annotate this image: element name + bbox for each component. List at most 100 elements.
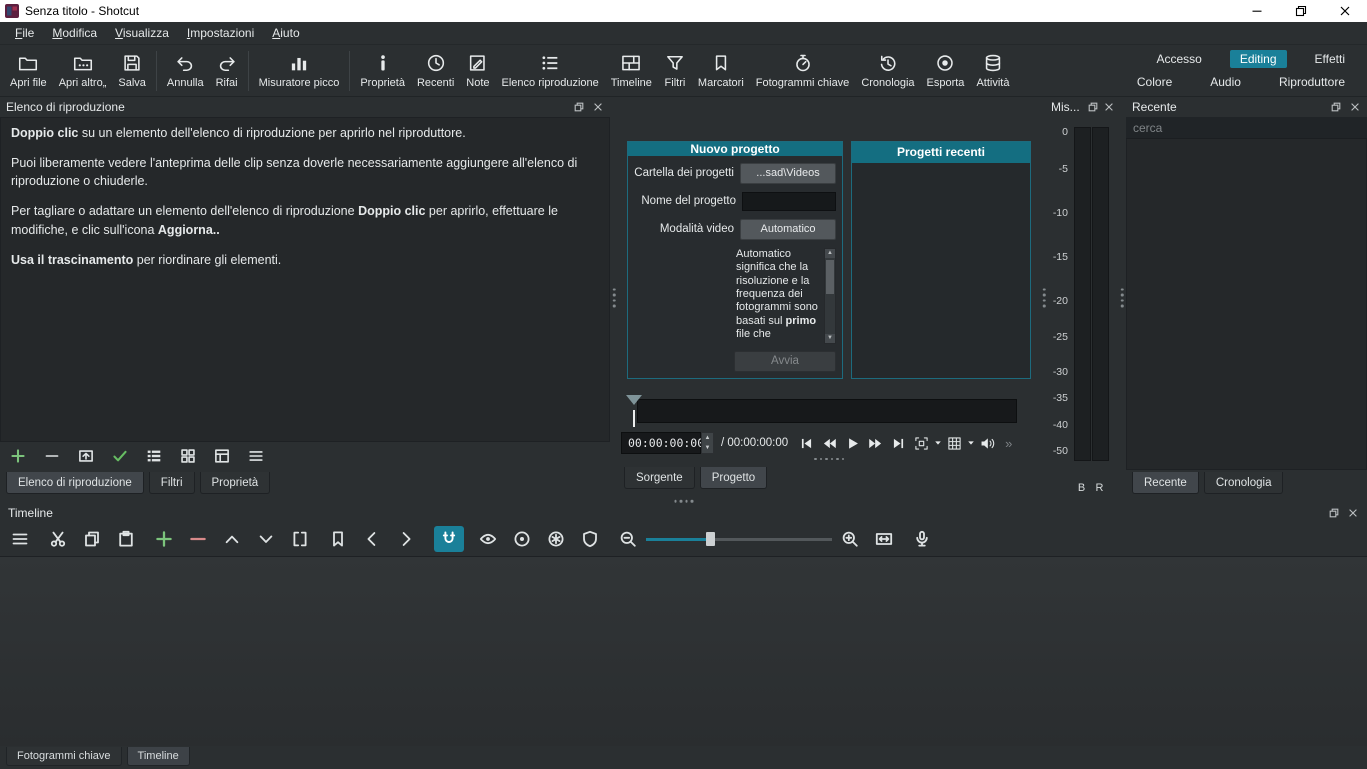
tab-cronologia[interactable]: Cronologia xyxy=(1203,472,1284,494)
playlist-apply-button[interactable] xyxy=(110,446,130,466)
recent-files-list[interactable] xyxy=(1126,139,1367,470)
float-panel-icon[interactable] xyxy=(572,101,585,114)
timecode-field[interactable]: 00:00:00:00 xyxy=(621,432,704,455)
layout-effetti[interactable]: Effetti xyxy=(1305,50,1355,68)
grid-button[interactable] xyxy=(943,432,966,454)
skip-to-start-button[interactable] xyxy=(795,432,818,454)
player-scrubber[interactable] xyxy=(622,394,1035,431)
timeline-tracks-area[interactable] xyxy=(0,556,1367,746)
save-button[interactable]: Salva xyxy=(112,45,152,97)
tab-elenco-riproduzione[interactable]: Elenco di riproduzione xyxy=(6,472,144,494)
scrub-while-dragging-button[interactable] xyxy=(476,526,500,552)
menu-visualizza[interactable]: Visualizza xyxy=(106,23,178,43)
skip-to-end-button[interactable] xyxy=(887,432,910,454)
playlist-add-button[interactable] xyxy=(8,446,28,466)
float-panel-icon[interactable] xyxy=(1327,507,1340,520)
tab-filtri[interactable]: Filtri xyxy=(148,472,195,494)
next-marker-button[interactable] xyxy=(394,526,418,552)
stepper-down-icon[interactable]: ▼ xyxy=(702,443,713,454)
toolbar-overflow-icon[interactable]: » xyxy=(1005,436,1012,451)
zoom-out-button[interactable] xyxy=(616,526,640,552)
timeline-menu-button[interactable] xyxy=(8,526,32,552)
minimize-button[interactable] xyxy=(1235,0,1279,22)
record-audio-button[interactable] xyxy=(910,526,934,552)
snap-toggle-button[interactable] xyxy=(434,526,464,552)
layout-accesso[interactable]: Accesso xyxy=(1146,50,1211,68)
menu-file[interactable]: File xyxy=(6,23,43,43)
projects-folder-button[interactable]: ...sad\Videos xyxy=(740,162,836,184)
fast-forward-button[interactable] xyxy=(864,432,887,454)
recent-projects-list[interactable] xyxy=(852,162,1030,378)
video-mode-button[interactable]: Automatico xyxy=(740,218,836,240)
playlist-menu-button[interactable] xyxy=(246,446,266,466)
play-button[interactable] xyxy=(841,432,864,454)
tab-fotogrammi-chiave[interactable]: Fotogrammi chiave xyxy=(6,747,122,766)
undo-button[interactable]: Annulla xyxy=(161,45,210,97)
zoom-fit-button[interactable] xyxy=(872,526,896,552)
float-panel-icon[interactable] xyxy=(1086,101,1099,114)
menu-impostazioni[interactable]: Impostazioni xyxy=(178,23,263,43)
close-button[interactable] xyxy=(1323,0,1367,22)
layout-riproduttore[interactable]: Riproduttore xyxy=(1269,73,1355,91)
split-button[interactable] xyxy=(288,526,312,552)
peak-meter-button[interactable]: Misuratore picco xyxy=(253,45,346,97)
tab-proprieta[interactable]: Proprietà xyxy=(199,472,271,494)
zoom-in-button[interactable] xyxy=(838,526,862,552)
scroll-thumb[interactable] xyxy=(826,259,834,294)
redo-button[interactable]: Rifai xyxy=(210,45,244,97)
ripple-delete-button[interactable] xyxy=(186,526,210,552)
ripple-all-tracks-button[interactable] xyxy=(544,526,568,552)
open-file-button[interactable]: Apri file xyxy=(4,45,53,97)
overwrite-button[interactable] xyxy=(254,526,278,552)
tab-timeline[interactable]: Timeline xyxy=(126,747,190,766)
search-input[interactable] xyxy=(1126,117,1367,139)
horizontal-splitter[interactable] xyxy=(0,498,1367,504)
lift-button[interactable] xyxy=(220,526,244,552)
playlist-button[interactable]: Elenco riproduzione xyxy=(496,45,605,97)
help-scrollbar[interactable]: ▲ ▼ xyxy=(824,247,836,344)
ripple-button[interactable] xyxy=(510,526,534,552)
zoom-slider[interactable] xyxy=(646,526,832,552)
rewind-button[interactable] xyxy=(818,432,841,454)
tab-sorgente[interactable]: Sorgente xyxy=(624,467,695,490)
previous-marker-button[interactable] xyxy=(360,526,384,552)
view-tiles-button[interactable] xyxy=(212,446,232,466)
zoom-dropdown-icon[interactable] xyxy=(933,432,943,454)
scroll-down-icon[interactable]: ▼ xyxy=(825,333,835,343)
append-button[interactable] xyxy=(152,526,176,552)
vertical-splitter[interactable] xyxy=(610,97,618,498)
timeline-button[interactable]: Timeline xyxy=(605,45,658,97)
copy-button[interactable] xyxy=(80,526,104,552)
layout-audio[interactable]: Audio xyxy=(1200,73,1251,91)
close-panel-icon[interactable] xyxy=(1102,101,1115,114)
cut-button[interactable] xyxy=(46,526,70,552)
playhead-icon[interactable] xyxy=(626,394,642,405)
paste-button[interactable] xyxy=(114,526,138,552)
filters-button[interactable]: Filtri xyxy=(658,45,692,97)
keyframes-button[interactable]: Fotogrammi chiave xyxy=(750,45,856,97)
properties-button[interactable]: Proprietà xyxy=(354,45,411,97)
layout-editing[interactable]: Editing xyxy=(1229,50,1287,68)
zoom-slider-thumb[interactable] xyxy=(706,532,715,546)
stepper-up-icon[interactable]: ▲ xyxy=(702,433,713,444)
close-panel-icon[interactable] xyxy=(1346,507,1359,520)
playlist-update-button[interactable] xyxy=(76,446,96,466)
zoom-fit-player-button[interactable] xyxy=(910,432,933,454)
create-marker-button[interactable] xyxy=(326,526,350,552)
grid-dropdown-icon[interactable] xyxy=(966,432,976,454)
view-details-button[interactable] xyxy=(144,446,164,466)
project-name-input[interactable] xyxy=(742,191,836,211)
history-button[interactable]: Cronologia xyxy=(855,45,920,97)
open-other-button[interactable]: Apri altro„ xyxy=(53,45,113,97)
close-panel-icon[interactable] xyxy=(1348,101,1361,114)
player-ruler[interactable] xyxy=(637,398,1017,423)
float-panel-icon[interactable] xyxy=(1329,101,1342,114)
jobs-button[interactable]: Attività xyxy=(970,45,1015,97)
notes-button[interactable]: Note xyxy=(460,45,495,97)
maximize-button[interactable] xyxy=(1279,0,1323,22)
view-icons-button[interactable] xyxy=(178,446,198,466)
menu-modifica[interactable]: Modifica xyxy=(43,23,106,43)
layout-colore[interactable]: Colore xyxy=(1127,73,1182,91)
menu-aiuto[interactable]: Aiuto xyxy=(263,23,308,43)
close-panel-icon[interactable] xyxy=(591,101,604,114)
